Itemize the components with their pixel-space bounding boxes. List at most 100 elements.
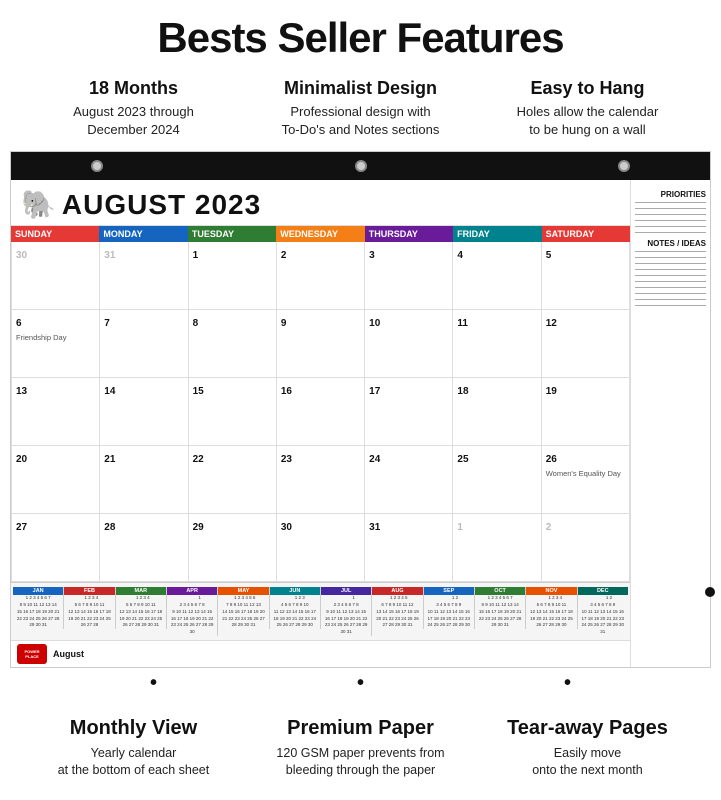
bf-paper-desc: 120 GSM paper prevents from bleeding thr… <box>258 745 462 780</box>
mini-month-sep: SEP 1 2 3 4 5 6 7 8 9 10 11 12 13 14 15 … <box>424 587 475 629</box>
mini-month-label: FEB <box>64 587 114 595</box>
date-number: 25 <box>457 454 468 465</box>
cal-cell: 22 <box>189 446 277 514</box>
priority-line <box>635 226 706 227</box>
mini-month-dates: 1 2 3 4 5 6 7 8 9 10 11 12 13 14 15 16 1… <box>116 595 166 629</box>
date-number: 7 <box>104 318 110 329</box>
month-title: AUGUST 2023 <box>62 189 261 221</box>
feature-minimalist-desc: Professional design with To-Do's and Not… <box>258 103 462 139</box>
cal-cell: 14 <box>100 378 188 446</box>
date-number: 29 <box>193 522 204 533</box>
feature-minimalist-title: Minimalist Design <box>258 78 462 99</box>
mini-month-oct: OCT1 2 3 4 5 6 7 8 9 10 11 12 13 14 15 1… <box>475 587 526 629</box>
day-label-tuesday: TUESDAY <box>188 226 276 242</box>
priority-line <box>635 202 706 203</box>
mini-month-apr: APR 1 2 3 4 5 6 7 8 9 10 11 12 13 14 15 … <box>167 587 218 636</box>
mini-month-label: MAR <box>116 587 166 595</box>
notes-line <box>635 269 706 270</box>
date-number: 8 <box>193 318 199 329</box>
date-number: 3 <box>369 250 375 261</box>
mini-month-label: MAY <box>218 587 268 595</box>
cal-cell: 24 <box>365 446 453 514</box>
date-number: 15 <box>193 386 204 397</box>
feature-hang: Easy to Hang Holes allow the calendar to… <box>485 78 689 139</box>
date-number: 27 <box>16 522 27 533</box>
date-number: 2 <box>546 522 552 533</box>
mini-month-label: DEC <box>578 587 628 595</box>
mini-month-aug: AUG 1 2 3 4 5 6 7 8 9 10 11 12 13 14 15 … <box>372 587 423 629</box>
cal-cell: 31 <box>365 514 453 582</box>
day-label-monday: MONDAY <box>99 226 187 242</box>
date-number: 23 <box>281 454 292 465</box>
bf-tearaway-desc: Easily move onto the next month <box>485 745 689 780</box>
mini-calendar-bar: JAN1 2 3 4 5 6 7 8 9 10 11 12 13 14 15 1… <box>11 582 630 640</box>
calendar-bottom-bar: POWER PLACE August <box>11 640 630 667</box>
mini-month-label: SEP <box>424 587 474 595</box>
binding-hole-center <box>355 160 367 172</box>
date-number: 21 <box>104 454 115 465</box>
notes-ideas-label: NOTES / IDEAS <box>635 239 706 248</box>
cal-cell: 10 <box>365 310 453 378</box>
cal-cell: 26 Women's Equality Day <box>542 446 630 514</box>
cal-cell: 1 <box>189 242 277 310</box>
cal-cell: 4 <box>453 242 541 310</box>
calendar-wrapper: 🐘 AUGUST 2023 SUNDAY MONDAY TUESDAY WEDN… <box>10 151 711 668</box>
cal-cell: 2 <box>542 514 630 582</box>
notes-lines <box>635 251 706 306</box>
mini-month-feb: FEB 1 2 3 4 5 6 7 8 9 10 11 12 13 14 15 … <box>64 587 115 629</box>
date-number: 24 <box>369 454 380 465</box>
mini-month-mar: MAR 1 2 3 4 5 6 7 8 9 10 11 12 13 14 15 … <box>116 587 167 629</box>
cal-cell: 29 <box>189 514 277 582</box>
cal-cell: 19 <box>542 378 630 446</box>
priorities-lines <box>635 202 706 233</box>
notes-line <box>635 299 706 300</box>
mini-month-nov: NOV 1 2 3 4 5 6 7 8 9 10 11 12 13 14 15 … <box>526 587 577 629</box>
date-number: 13 <box>16 386 27 397</box>
bf-tearaway-title: Tear-away Pages <box>485 717 689 740</box>
top-features-row: 18 Months August 2023 through December 2… <box>0 72 721 151</box>
cal-cell: 11 <box>453 310 541 378</box>
day-label-saturday: SATURDAY <box>542 226 630 242</box>
cal-cell: 15 <box>189 378 277 446</box>
event-label: Women's Equality Day <box>546 469 625 478</box>
mini-month-dates: 1 2 3 4 5 6 7 8 9 10 11 12 13 14 15 16 1… <box>167 595 217 636</box>
day-label-thursday: THURSDAY <box>365 226 453 242</box>
date-number: 18 <box>457 386 468 397</box>
date-number: 26 <box>546 454 557 465</box>
date-number: 4 <box>457 250 463 261</box>
cal-cell: 23 <box>277 446 365 514</box>
priority-line <box>635 208 706 209</box>
date-number: 17 <box>369 386 380 397</box>
date-number: 11 <box>457 318 468 329</box>
cal-cell: 18 <box>453 378 541 446</box>
mini-month-label: JUN <box>270 587 320 595</box>
date-number: 1 <box>193 250 199 261</box>
binding-bar <box>11 152 710 180</box>
cal-cell: 17 <box>365 378 453 446</box>
mini-month-label: NOV <box>526 587 576 595</box>
date-number: 31 <box>369 522 380 533</box>
date-number: 22 <box>193 454 204 465</box>
mini-month-jun: JUN 1 2 3 4 5 6 7 8 9 10 11 12 13 14 15 … <box>270 587 321 629</box>
notes-line <box>635 287 706 288</box>
feature-hang-desc: Holes allow the calendar to be hung on a… <box>485 103 689 139</box>
cal-cell: 21 <box>100 446 188 514</box>
event-label: Friendship Day <box>16 333 95 342</box>
date-number: 1 <box>457 522 463 533</box>
mini-month-jul: JUL 1 2 3 4 5 6 7 8 9 10 11 12 13 14 15 … <box>321 587 372 636</box>
priorities-label: PRIORITIES <box>635 190 706 199</box>
cal-cell: 31 <box>100 242 188 310</box>
mini-month-jan: JAN1 2 3 4 5 6 7 8 9 10 11 12 13 14 15 1… <box>13 587 64 629</box>
bf-monthly-desc: Yearly calendar at the bottom of each sh… <box>31 745 235 780</box>
bf-monthly-title: Monthly View <box>31 717 235 740</box>
date-number: 10 <box>369 318 380 329</box>
date-number: 30 <box>281 522 292 533</box>
binding-hole-right <box>618 160 630 172</box>
cal-cell: 28 <box>100 514 188 582</box>
bottom-features-row: Monthly View Yearly calendar at the bott… <box>0 699 721 790</box>
cal-cell: 27 <box>12 514 100 582</box>
cal-cell: 30 <box>12 242 100 310</box>
binding-hole-left <box>91 160 103 172</box>
feature-18months-desc: August 2023 through December 2024 <box>31 103 235 139</box>
notes-line <box>635 275 706 276</box>
